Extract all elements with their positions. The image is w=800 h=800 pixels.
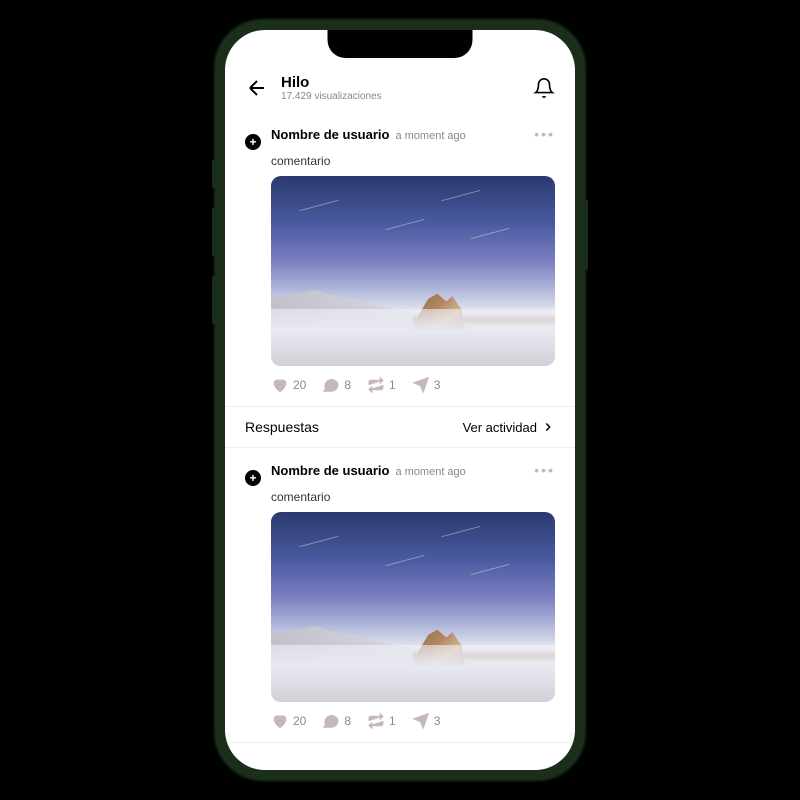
post-meta: Nombre de usuario a moment ago <box>271 463 534 478</box>
like-count: 20 <box>293 378 306 392</box>
phone-volume-up <box>212 208 215 256</box>
send-icon <box>412 712 430 730</box>
phone-volume-down <box>212 276 215 324</box>
like-button[interactable]: 20 <box>271 376 306 394</box>
header: Hilo 17.429 visualizaciones <box>225 66 575 112</box>
like-count: 20 <box>293 714 306 728</box>
share-button[interactable]: 3 <box>412 376 441 394</box>
replies-label: Respuestas <box>245 419 319 435</box>
phone-frame: Hilo 17.429 visualizaciones Nombre de us… <box>215 20 585 780</box>
post-meta: Nombre de usuario a moment ago <box>271 127 534 142</box>
bell-icon[interactable] <box>533 77 555 99</box>
repost-count: 1 <box>389 714 396 728</box>
back-arrow-icon[interactable] <box>245 76 269 100</box>
view-activity-link[interactable]: Ver actividad <box>463 420 555 435</box>
page-title: Hilo <box>281 74 533 91</box>
like-button[interactable]: 20 <box>271 712 306 730</box>
post-header: Nombre de usuario a moment ago ••• <box>245 118 555 150</box>
post-comment: comentario <box>271 490 555 504</box>
comment-icon <box>322 376 340 394</box>
phone-power-button <box>585 200 588 270</box>
post-image[interactable] <box>271 512 555 702</box>
heart-icon <box>271 376 289 394</box>
repost-button[interactable]: 1 <box>367 712 396 730</box>
share-button[interactable]: 3 <box>412 712 441 730</box>
header-text: Hilo 17.429 visualizaciones <box>281 74 533 102</box>
username[interactable]: Nombre de usuario <box>271 463 389 478</box>
add-icon[interactable] <box>245 134 261 150</box>
repost-icon <box>367 376 385 394</box>
timestamp: a moment ago <box>395 130 465 142</box>
replies-bar: Respuestas Ver actividad <box>225 407 575 448</box>
username[interactable]: Nombre de usuario <box>271 127 389 142</box>
content-area: Hilo 17.429 visualizaciones Nombre de us… <box>225 30 575 770</box>
post-actions: 20 8 1 3 <box>271 376 555 394</box>
phone-side-button <box>212 160 215 188</box>
screen: Hilo 17.429 visualizaciones Nombre de us… <box>225 30 575 770</box>
repost-button[interactable]: 1 <box>367 376 396 394</box>
notch <box>328 30 473 58</box>
comment-icon <box>322 712 340 730</box>
comment-count: 8 <box>344 714 351 728</box>
post: Nombre de usuario a moment ago ••• comen… <box>225 448 575 743</box>
more-options-icon[interactable]: ••• <box>534 126 555 142</box>
chevron-right-icon <box>541 420 555 434</box>
post-actions: 20 8 1 3 <box>271 712 555 730</box>
comment-button[interactable]: 8 <box>322 376 351 394</box>
more-options-icon[interactable]: ••• <box>534 462 555 478</box>
post-image[interactable] <box>271 176 555 366</box>
post-comment: comentario <box>271 154 555 168</box>
view-count: 17.429 visualizaciones <box>281 91 533 102</box>
comment-button[interactable]: 8 <box>322 712 351 730</box>
heart-icon <box>271 712 289 730</box>
post-header: Nombre de usuario a moment ago ••• <box>245 454 555 486</box>
repost-icon <box>367 712 385 730</box>
share-count: 3 <box>434 714 441 728</box>
activity-link-text: Ver actividad <box>463 420 537 435</box>
post: Nombre de usuario a moment ago ••• comen… <box>225 112 575 407</box>
comment-count: 8 <box>344 378 351 392</box>
timestamp: a moment ago <box>395 466 465 478</box>
send-icon <box>412 376 430 394</box>
repost-count: 1 <box>389 378 396 392</box>
share-count: 3 <box>434 378 441 392</box>
add-icon[interactable] <box>245 470 261 486</box>
